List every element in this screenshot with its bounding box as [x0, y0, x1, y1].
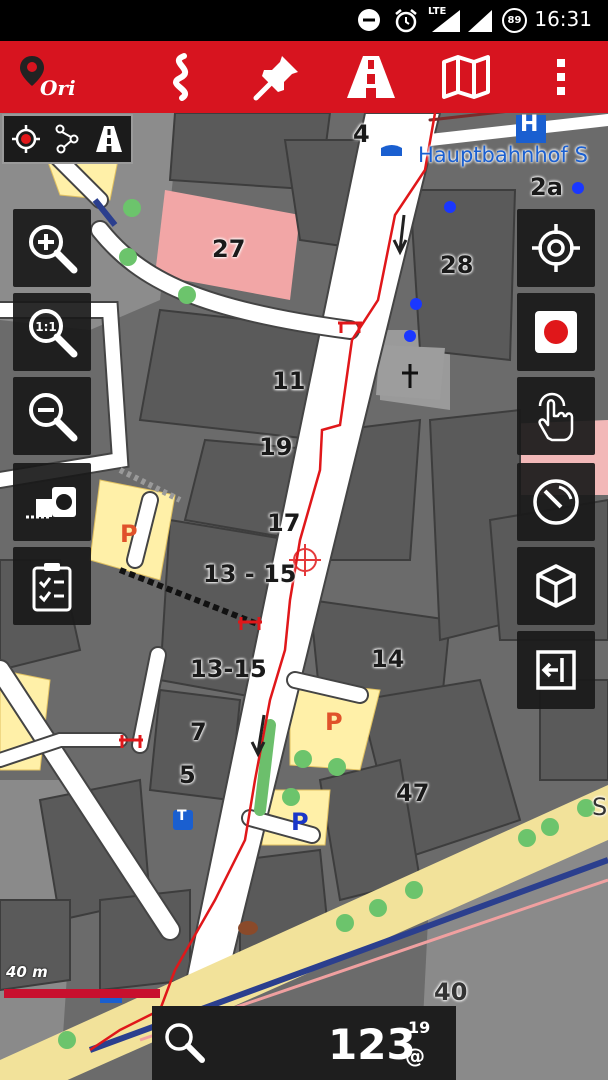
label-2a: 2a: [530, 173, 563, 201]
count-value: 123: [328, 1020, 416, 1069]
label-7: 7: [190, 718, 207, 746]
record-icon: [535, 311, 577, 353]
label-parking-1: P: [120, 520, 138, 548]
touch-icon: [538, 392, 574, 442]
3d-cube-icon: [536, 564, 576, 608]
label-27: 27: [212, 235, 246, 263]
label-47: 47: [396, 779, 430, 807]
scale-bar: [4, 989, 160, 998]
search-panel[interactable]: 123 19 @: [152, 1006, 456, 1080]
road-mode-icon[interactable]: [94, 124, 124, 154]
zoom-out-button[interactable]: [13, 377, 91, 455]
zoom-1-1-icon: 1:1: [29, 309, 78, 358]
label-4: 4: [353, 120, 370, 148]
label-s: S: [592, 793, 608, 821]
label-40: 40: [434, 978, 468, 1006]
label-13-15-b: 13-15: [190, 655, 267, 683]
compass-icon: [533, 479, 579, 525]
label-17: 17: [267, 509, 301, 537]
clock: 16:31: [534, 7, 592, 31]
overflow-menu-button[interactable]: [525, 41, 597, 113]
alarm-icon: [395, 9, 417, 33]
label-5: 5: [179, 761, 196, 789]
count-unit: @: [405, 1044, 425, 1068]
label-parking-3: P: [291, 808, 309, 836]
exit-icon: [536, 650, 576, 690]
wifi-signal-icon: [468, 10, 492, 32]
folded-map-icon: [442, 55, 490, 99]
toolbar: Ori: [0, 41, 608, 113]
count-superscript: 19: [408, 1018, 431, 1037]
label-tram: T: [177, 808, 187, 824]
camera-icon: [26, 487, 76, 519]
pin-button[interactable]: [241, 41, 313, 113]
label-19: 19: [259, 433, 293, 461]
zoom-out-icon: [29, 393, 78, 442]
status-bar: LTE 89 16:31: [0, 0, 608, 41]
checklist-button[interactable]: [13, 547, 91, 625]
exit-button[interactable]: [517, 631, 595, 709]
zoom-1-1-label: 1:1: [35, 320, 57, 334]
3d-view-button[interactable]: [517, 547, 595, 625]
compass-button[interactable]: [517, 463, 595, 541]
gps-crosshair-icon: [532, 224, 580, 272]
touch-button[interactable]: [517, 377, 595, 455]
road-button[interactable]: [335, 41, 407, 113]
gps-button[interactable]: [517, 209, 595, 287]
zoom-in-button[interactable]: [13, 209, 91, 287]
mode-bar: [2, 114, 133, 164]
more-vert-icon: [557, 59, 565, 95]
label-parking-2: P: [325, 708, 343, 736]
do-not-disturb-icon: [358, 9, 380, 31]
battery-level: 89: [507, 15, 522, 26]
label-11: 11: [272, 367, 306, 395]
record-button[interactable]: [517, 293, 595, 371]
gps-mode-icon[interactable]: [11, 124, 41, 154]
label-13-15-a: 13 - 15: [203, 560, 297, 588]
road-icon: [347, 56, 395, 98]
app-logo-text: Ori: [40, 76, 76, 100]
battery-icon: 89: [502, 8, 527, 33]
zoom-in-icon: [29, 225, 78, 274]
clipboard-icon: [32, 563, 72, 612]
zoom-reset-button[interactable]: 1:1: [13, 293, 91, 371]
thumbtack-icon: [253, 56, 298, 101]
logo-menu-button[interactable]: Ori: [8, 41, 80, 113]
route-icon: [173, 53, 189, 101]
search-icon[interactable]: [162, 1020, 206, 1064]
label-hauptbahnhof[interactable]: Hauptbahnhof S: [418, 143, 588, 167]
scale-label: 40 m: [6, 963, 48, 981]
map-button[interactable]: [430, 41, 502, 113]
camera-button[interactable]: [13, 463, 91, 541]
route-mode-icon[interactable]: [54, 124, 80, 154]
label-14: 14: [371, 645, 405, 673]
cell-signal-icon: [432, 10, 460, 32]
route-button[interactable]: [146, 41, 218, 113]
label-28: 28: [440, 251, 474, 279]
app-logo: Ori: [16, 52, 76, 102]
label-h: H: [520, 113, 539, 137]
